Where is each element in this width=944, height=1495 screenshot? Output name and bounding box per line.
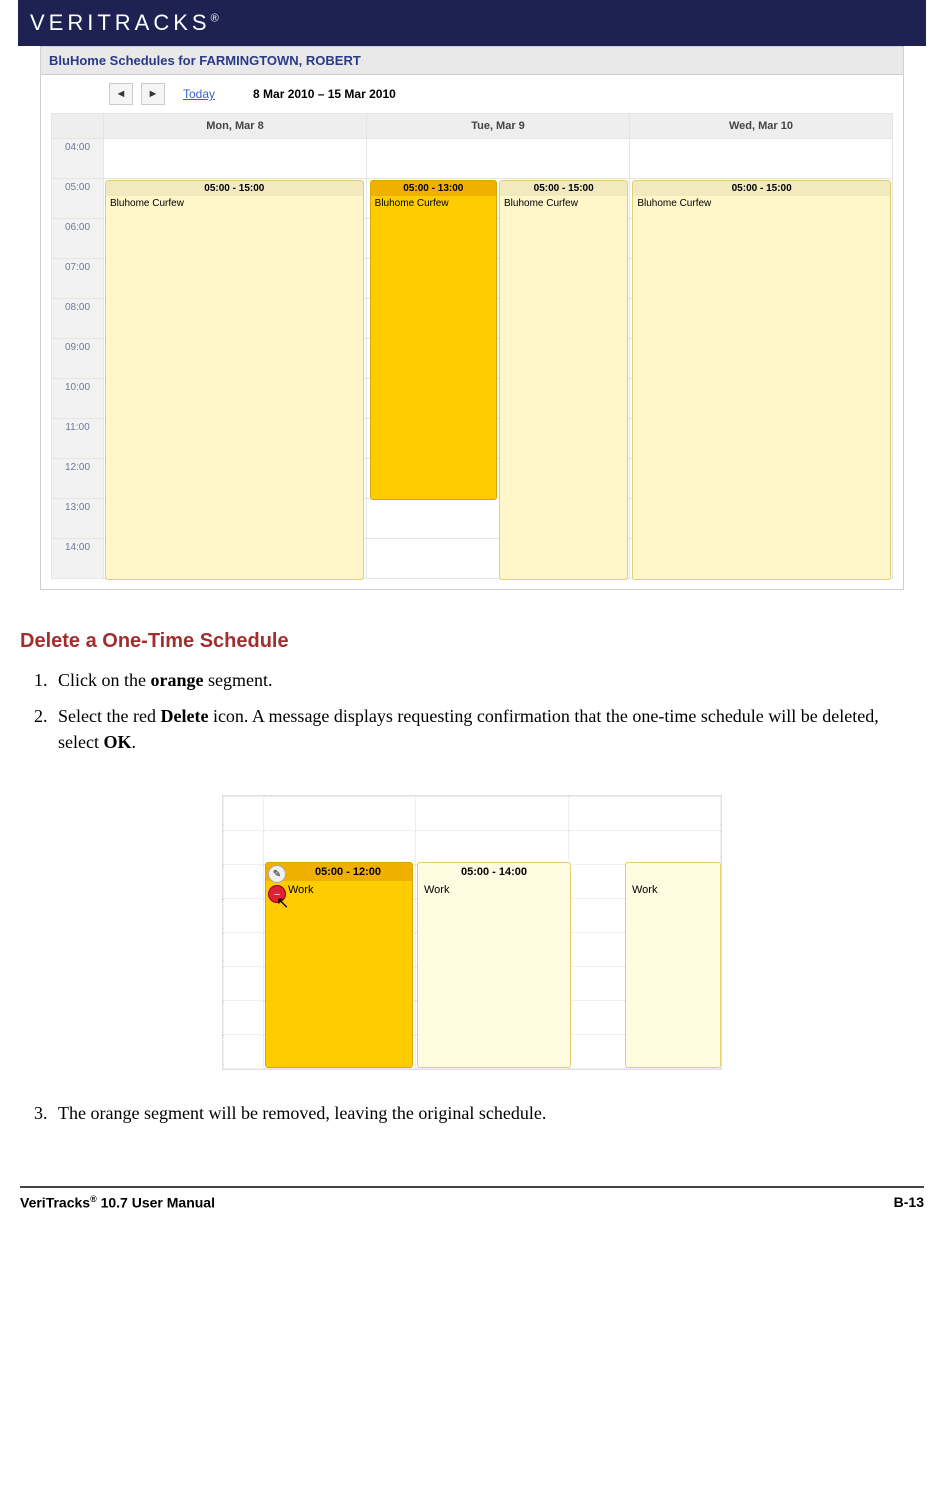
time-label: 06:00	[52, 219, 104, 259]
next-button[interactable]: ►	[141, 83, 165, 105]
shot2-event-right[interactable]: Work	[625, 862, 721, 1068]
day-header: Tue, Mar 9	[367, 114, 630, 139]
calendar-title: BluHome Schedules for FARMINGTOWN, ROBER…	[41, 47, 903, 75]
brand-header: VERITRACKS®	[18, 0, 926, 46]
calendar-screenshot: BluHome Schedules for FARMINGTOWN, ROBER…	[40, 46, 904, 590]
delete-screenshot: ✎ – ↖ 05:00 - 12:00 Work 05:00 - 14:00 W…	[222, 795, 722, 1070]
time-label: 11:00	[52, 419, 104, 459]
page-footer: VeriTracks® 10.7 User Manual B-13	[20, 1186, 924, 1211]
time-label: 04:00	[52, 139, 104, 179]
time-label: 12:00	[52, 459, 104, 499]
time-label: 09:00	[52, 339, 104, 379]
step-2: Select the red Delete icon. A message di…	[52, 703, 924, 755]
delete-icon[interactable]: –	[268, 885, 286, 903]
brand-name: VERITRACKS®	[30, 10, 219, 36]
time-label: 07:00	[52, 259, 104, 299]
event-wed[interactable]: 05:00 - 15:00 Bluhome Curfew	[632, 180, 891, 580]
section-heading: Delete a One-Time Schedule	[20, 630, 924, 653]
day-header: Wed, Mar 10	[630, 114, 893, 139]
step-1: Click on the orange segment.	[52, 667, 924, 693]
event-tue-under[interactable]: 05:00 - 15:00 Bluhome Curfew	[499, 180, 628, 580]
footer-page-number: B-13	[894, 1194, 924, 1211]
event-mon[interactable]: 05:00 - 15:00 Bluhome Curfew	[105, 180, 364, 580]
day-header: Mon, Mar 8	[104, 114, 367, 139]
step-3: The orange segment will be removed, leav…	[52, 1100, 924, 1126]
time-label: 13:00	[52, 499, 104, 539]
shot2-event-orange[interactable]: ✎ – ↖ 05:00 - 12:00 Work	[265, 862, 413, 1068]
time-label: 08:00	[52, 299, 104, 339]
time-label: 14:00	[52, 539, 104, 579]
time-label: 05:00	[52, 179, 104, 219]
today-link[interactable]: Today	[183, 87, 215, 101]
date-range: 8 Mar 2010 – 15 Mar 2010	[253, 87, 396, 101]
shot2-event-plain[interactable]: 05:00 - 14:00 Work	[417, 862, 571, 1068]
calendar-toolbar: ◄ ► Today 8 Mar 2010 – 15 Mar 2010	[41, 75, 903, 113]
footer-left: VeriTracks® 10.7 User Manual	[20, 1194, 215, 1211]
step-list-cont: The orange segment will be removed, leav…	[52, 1100, 924, 1126]
prev-button[interactable]: ◄	[109, 83, 133, 105]
step-list: Click on the orange segment. Select the …	[52, 667, 924, 755]
time-label: 10:00	[52, 379, 104, 419]
event-tue-orange[interactable]: 05:00 - 13:00 Bluhome Curfew	[370, 180, 497, 500]
